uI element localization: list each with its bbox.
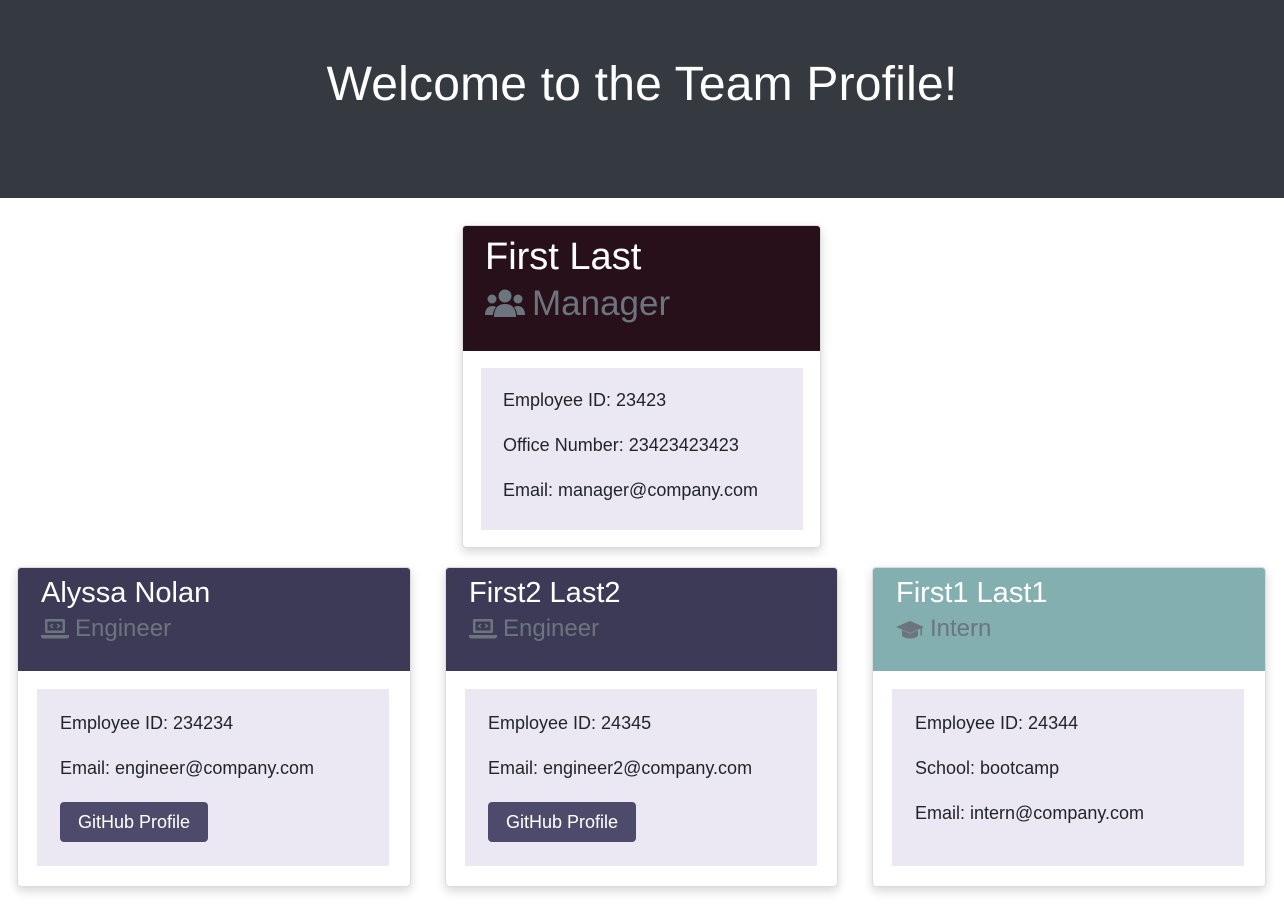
users-icon <box>485 289 525 317</box>
engineer-email[interactable]: Email: engineer2@company.com <box>488 758 752 779</box>
github-profile-button[interactable]: GitHub Profile <box>488 802 636 842</box>
manager-card-header: First Last Manager <box>463 226 820 351</box>
intern-school: School: bootcamp <box>915 758 1060 778</box>
manager-role: Manager <box>485 284 670 324</box>
engineer-card: First2 Last2 Engineer Employee ID: 24345… <box>445 567 838 887</box>
engineer-role: Engineer <box>469 615 599 643</box>
laptop-code-icon <box>469 619 497 639</box>
engineer-role-label: Engineer <box>75 615 172 642</box>
engineer-card-header: Alyssa Nolan Engineer <box>18 568 410 671</box>
manager-email[interactable]: Email: manager@company.com <box>503 480 758 501</box>
manager-name: First Last <box>485 236 642 278</box>
intern-card-header: First1 Last1 Intern <box>873 568 1265 671</box>
manager-info-panel: Employee ID: 23423 Office Number: 234234… <box>481 368 803 530</box>
intern-role-label: Intern <box>930 615 992 642</box>
header-jumbotron: Welcome to the Team Profile! <box>0 0 1284 198</box>
page-title: Welcome to the Team Profile! <box>326 57 958 111</box>
github-profile-button[interactable]: GitHub Profile <box>60 802 208 842</box>
engineer-info-panel: Employee ID: 234234 Email: engineer@comp… <box>37 689 389 866</box>
intern-info-panel: Employee ID: 24344 School: bootcamp Emai… <box>892 689 1244 866</box>
engineer-employee-id: Employee ID: 24345 <box>488 713 652 733</box>
intern-employee-id: Employee ID: 24344 <box>915 713 1079 733</box>
engineer-employee-id: Employee ID: 234234 <box>60 713 234 733</box>
manager-office-number: Office Number: 23423423423 <box>503 435 739 455</box>
engineer-role: Engineer <box>41 615 171 643</box>
manager-card: First Last Manager Employee ID: 23423 Of… <box>462 225 821 548</box>
engineer-info-panel: Employee ID: 24345 Email: engineer2@comp… <box>465 689 817 866</box>
intern-email[interactable]: Email: intern@company.com <box>915 803 1144 824</box>
manager-employee-id: Employee ID: 23423 <box>503 390 667 410</box>
engineer-name: Alyssa Nolan <box>41 577 211 609</box>
graduation-cap-icon <box>896 621 924 639</box>
intern-role: Intern <box>896 615 991 643</box>
engineer-email[interactable]: Email: engineer@company.com <box>60 758 314 779</box>
intern-card: First1 Last1 Intern Employee ID: 24344 S… <box>872 567 1266 887</box>
engineer-card-header: First2 Last2 Engineer <box>446 568 837 671</box>
engineer-name: First2 Last2 <box>469 577 621 609</box>
laptop-code-icon <box>41 619 69 639</box>
engineer-card: Alyssa Nolan Engineer Employee ID: 23423… <box>17 567 411 887</box>
intern-name: First1 Last1 <box>896 577 1048 609</box>
engineer-role-label: Engineer <box>503 615 600 642</box>
manager-role-label: Manager <box>532 284 671 323</box>
